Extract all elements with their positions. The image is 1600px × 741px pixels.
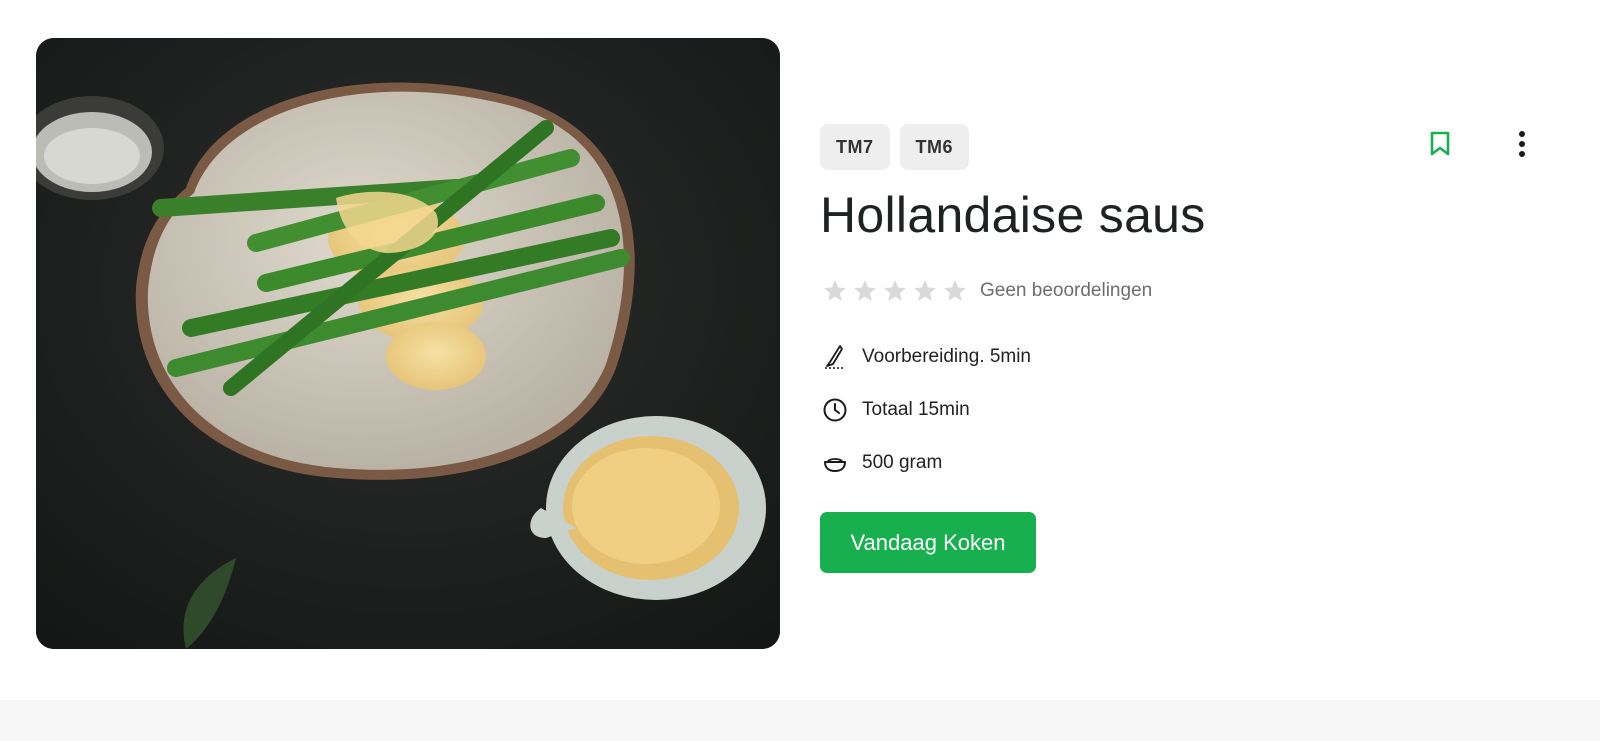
prep-time-label: Voorbereiding. 5min	[862, 346, 1031, 367]
recipe-actions	[1424, 128, 1538, 160]
star-icon	[944, 280, 966, 301]
total-time-label: Totaal 15min	[862, 399, 970, 420]
cook-today-button[interactable]: Vandaag Koken	[820, 512, 1036, 573]
knife-icon	[825, 345, 845, 369]
hero-illustration	[36, 38, 780, 649]
rating-text: Geen beoordelingen	[980, 280, 1153, 301]
total-time: Totaal 15min	[822, 397, 970, 423]
bowl-icon	[824, 458, 846, 472]
yield-label: 500 gram	[862, 452, 943, 473]
footer-band	[0, 700, 1600, 741]
clock-icon	[823, 398, 847, 422]
recipe-title: Hollandaise saus	[820, 187, 1206, 243]
star-icon	[884, 280, 906, 301]
recipe-hero-image	[36, 38, 780, 649]
yield: 500 gram	[822, 450, 942, 476]
star-icon	[824, 280, 846, 301]
more-options-button[interactable]	[1506, 128, 1538, 160]
rating-stars	[822, 278, 968, 304]
star-icon	[914, 280, 936, 301]
bookmark-icon	[1430, 131, 1450, 156]
prep-time: Voorbereiding. 5min	[822, 344, 1031, 370]
star-icon	[854, 280, 876, 301]
more-vertical-icon	[1519, 131, 1525, 157]
rating[interactable]: Geen beoordelingen	[822, 278, 1152, 304]
bookmark-button[interactable]	[1424, 128, 1456, 160]
recipe-page: TM7 TM6 Hollandaise saus Geen beoordelin…	[0, 0, 1600, 741]
tag-tm7: TM7	[820, 124, 890, 170]
tag-tm6: TM6	[899, 124, 969, 170]
